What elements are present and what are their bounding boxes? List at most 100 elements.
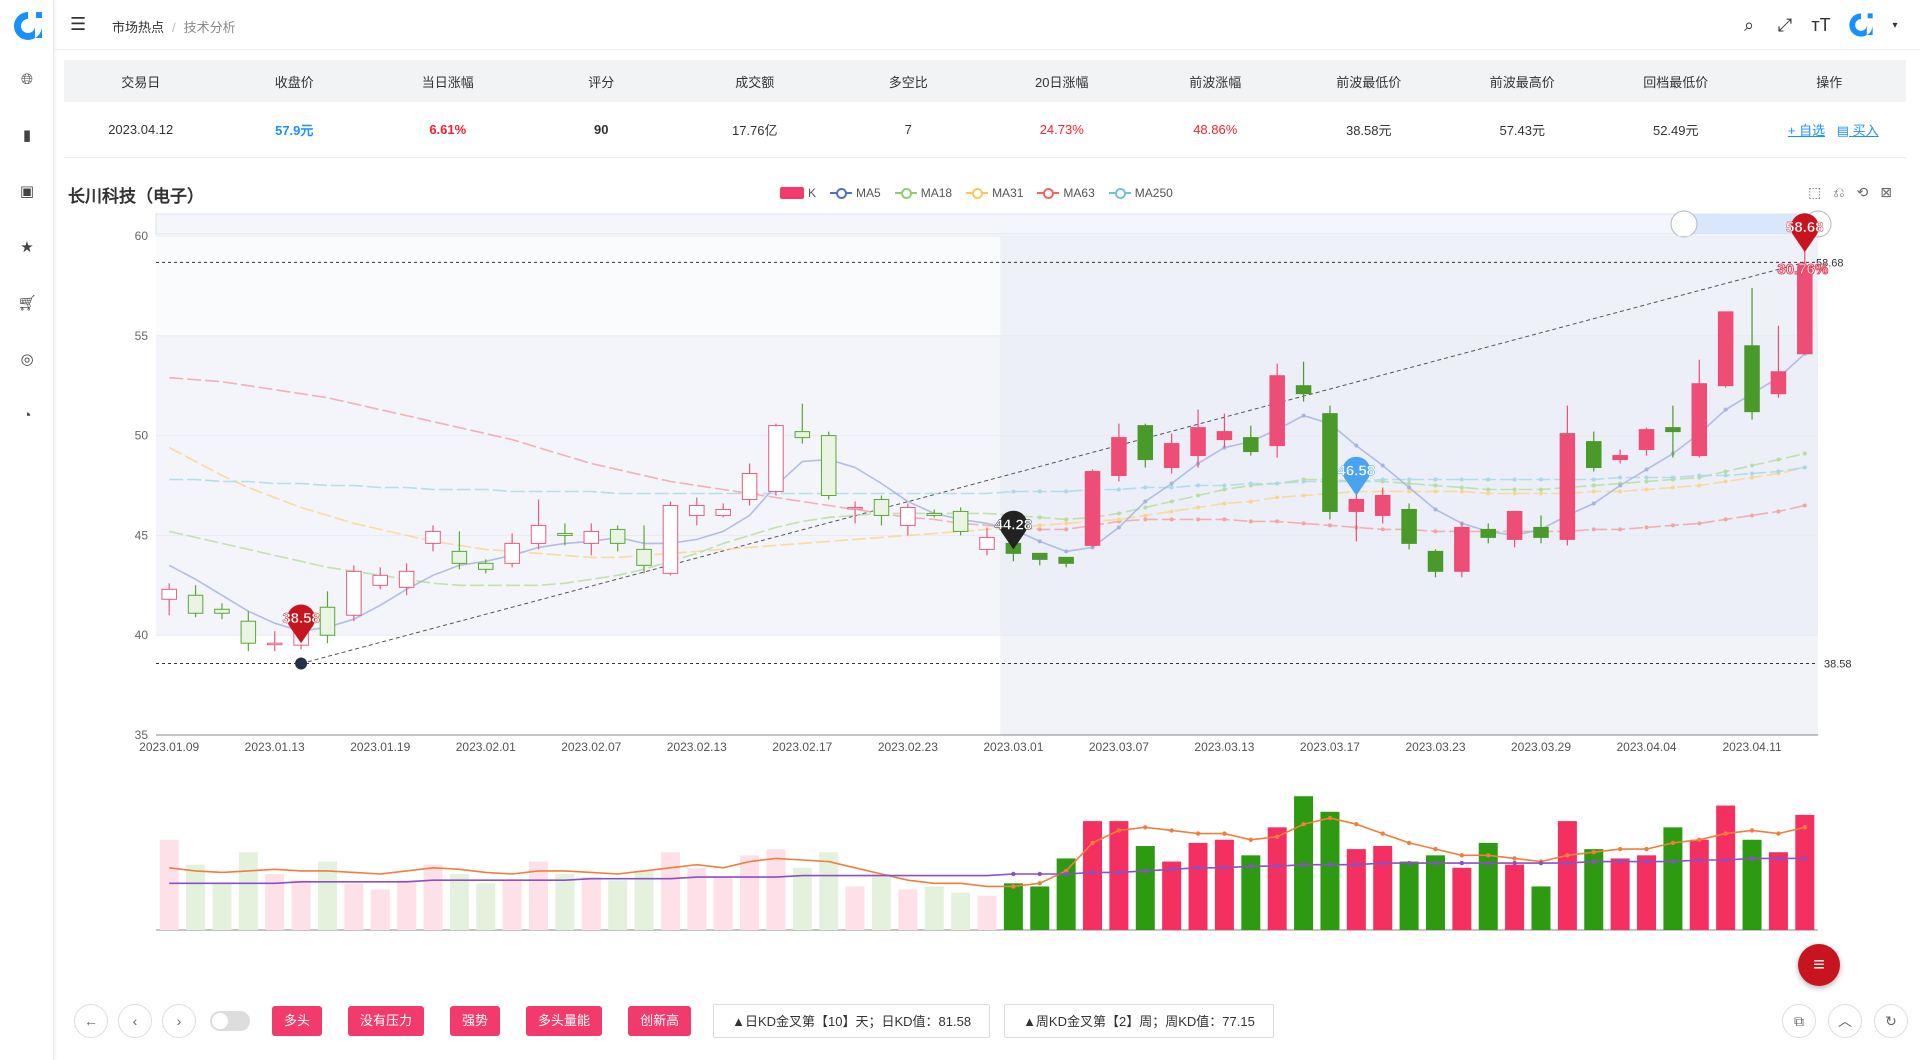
kline-chart[interactable]: 6055504540352023.01.09 2023.01.13 2023.01.… (0, 0, 1920, 1000)
volume-ma-long-point (1354, 862, 1359, 867)
candle-body (1348, 498, 1365, 512)
signal-tag[interactable]: 创新高 (628, 1006, 692, 1036)
candle-body (319, 606, 336, 636)
volume-bar (792, 867, 812, 930)
ma31-line-point (1248, 499, 1253, 504)
ma18-line-point (1143, 505, 1148, 510)
ma250-line-point (1723, 473, 1728, 478)
prev-icon[interactable]: ‹ (118, 1004, 152, 1038)
arrow-left-icon[interactable]: ← (74, 1004, 108, 1038)
ma63-line-point (1776, 509, 1781, 514)
weekly-kd-info: ▲周KD金叉第【2】周；周KD值：77.15 (1004, 1004, 1274, 1038)
volume-bar (344, 883, 364, 930)
float-menu-button[interactable]: ≡ (1798, 944, 1840, 986)
high-marker-label: 58.68 (1786, 219, 1824, 236)
candle-body (1137, 425, 1154, 461)
volume-bar (977, 895, 997, 930)
candle-body (398, 570, 415, 588)
y-tick-label: 50 (135, 429, 149, 443)
candle-body (451, 550, 468, 564)
volume-ma-long-point (1037, 871, 1042, 877)
mid-marker-label: 44.28 (995, 516, 1033, 533)
volume-ma-long-point (1195, 865, 1201, 870)
candle-body (478, 562, 494, 570)
volume-ma-long-point (1538, 860, 1544, 866)
volume-ma-short-point (1802, 825, 1808, 830)
ma31-line-point (1512, 491, 1517, 496)
ma63-line-point (1196, 517, 1201, 522)
toggle-switch[interactable] (210, 1011, 250, 1031)
volume-ma-long-point (1248, 864, 1254, 869)
volume-bar (608, 880, 628, 930)
volume-bar (1742, 839, 1762, 930)
ma31-line-point (1433, 489, 1438, 494)
volume-ma-long-point (1697, 857, 1702, 863)
volume-ma-long-point (1116, 870, 1122, 875)
ma250-line-point (1380, 477, 1385, 482)
y-tick-label: 60 (135, 229, 149, 243)
signal-tag[interactable]: 没有压力 (348, 1006, 425, 1036)
ma18-line-point (1222, 487, 1227, 492)
ma63-line-point (1697, 521, 1702, 526)
volume-ma-long-point (1459, 860, 1465, 866)
signal-tag[interactable]: 多头量能 (526, 1006, 603, 1036)
refresh-icon[interactable]: ↻ (1874, 1004, 1908, 1038)
ma250-line-point (1486, 477, 1491, 482)
candle-body (900, 506, 916, 526)
volume-bar (1162, 861, 1182, 930)
volume-bar (1637, 855, 1657, 930)
ma63-line-point (1143, 517, 1148, 522)
x-tick-label: 2023.03.01 (983, 740, 1043, 754)
low-ref-label: 38.58 (1824, 659, 1852, 671)
volume-bar (1320, 811, 1340, 930)
bottom-bar: ← ‹ › 多头 没有压力 强势 多头量能 创新高 ▲日KD金叉第【10】天；日… (74, 1004, 1274, 1038)
volume-ma-short-point (1354, 822, 1359, 827)
ma31-line-point (1697, 483, 1702, 488)
ma250-line-point (1407, 477, 1412, 482)
candle-body (873, 498, 890, 516)
x-tick-label: 2023.01.19 (350, 740, 410, 754)
signal-tag[interactable]: 多头 (272, 1006, 323, 1036)
ma18-line-point (1169, 499, 1174, 504)
ma250-line-point (1301, 479, 1306, 484)
ma5-line-point (1301, 413, 1306, 418)
next-icon[interactable]: › (162, 1004, 196, 1038)
ma18-line-point (1407, 481, 1412, 486)
candle-body (1691, 383, 1708, 457)
signal-tag[interactable]: 强势 (450, 1006, 501, 1036)
candle-body (689, 504, 705, 516)
ma31-line-point (1459, 489, 1464, 494)
volume-ma-short-point (1011, 884, 1016, 889)
ma31-line-point (1723, 479, 1728, 484)
ma31-line-point (1644, 487, 1649, 492)
volume-ma-short-point (1248, 837, 1254, 842)
ma250-line-point (1011, 489, 1016, 494)
volume-bar (1689, 839, 1709, 930)
volume-bar (238, 852, 258, 930)
copy-icon[interactable]: ⧉ (1782, 1004, 1816, 1038)
scroll-top-icon[interactable]: ︿ (1828, 1004, 1862, 1038)
volume-bar (291, 880, 311, 930)
candle-body (1586, 441, 1602, 469)
daily-kd-info: ▲日KD金叉第【10】天；日KD值：81.58 (713, 1004, 991, 1038)
x-tick-label: 2023.03.13 (1194, 740, 1254, 754)
volume-ma-short-point (1617, 846, 1623, 852)
candle-body (425, 530, 441, 544)
candle-body (1058, 556, 1074, 564)
volume-bar (397, 880, 417, 930)
candle-body (1427, 550, 1444, 572)
x-tick-label: 2023.01.09 (139, 740, 199, 754)
candle-body (636, 548, 652, 566)
ma31-line-point (1196, 505, 1201, 510)
ma5-line-point (1433, 507, 1438, 512)
ma250-line-point (1591, 477, 1596, 482)
volume-ma-short-point (1486, 853, 1491, 858)
candle-body (926, 512, 942, 516)
candle-body (1454, 526, 1470, 572)
ma5-line-point (1354, 443, 1359, 448)
candle-body (1506, 510, 1523, 540)
ma31-line-point (1670, 485, 1675, 490)
candle-body (741, 473, 758, 500)
volume-bar (1267, 827, 1287, 930)
ma250-line-point (1644, 475, 1649, 480)
